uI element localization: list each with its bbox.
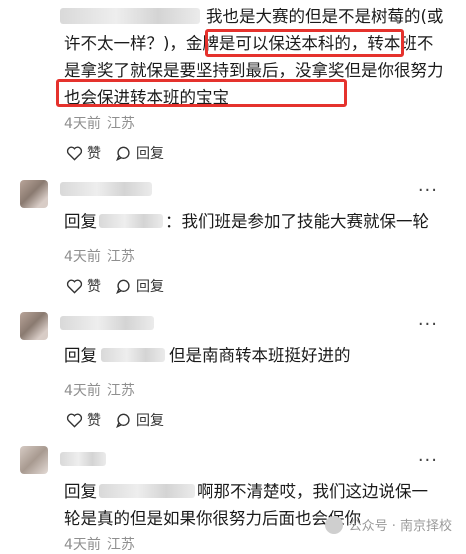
blurred-username [60,452,106,466]
heart-icon [66,146,83,161]
comment-meta: 4天前 江苏 [64,249,135,265]
heart-icon [66,413,83,428]
highlight-box-gold [205,29,404,57]
like-button[interactable]: 赞 [66,276,101,296]
highlight-box-effort [56,79,347,107]
blurred-username [99,214,163,228]
like-button[interactable]: 赞 [66,410,101,430]
comment-actions: 赞 回复 [66,276,178,296]
comment-text: 回复 但是南商转本班挺好进的 [64,346,351,365]
avatar[interactable] [20,312,48,340]
comment-meta: 4天前 江苏 [64,383,135,399]
blurred-username [99,484,195,498]
comment-text: 回复 ：我们班是参加了技能大赛就保一轮 [64,212,429,231]
more-options-button[interactable]: ··· [418,452,438,470]
blurred-username [60,182,152,196]
comment-meta: 4天前 江苏 [64,116,135,132]
comment-meta: 4天前 江苏 [64,537,135,553]
more-options-button[interactable]: ··· [418,182,438,200]
blurred-username [101,348,165,362]
reply-button[interactable]: 回复 [115,276,164,296]
blurred-username [60,316,154,330]
heart-icon [66,279,83,294]
wechat-logo-icon [324,515,343,534]
comment-actions: 赞 回复 [66,410,178,430]
watermark: 公众号 · 南京择校 [324,515,452,534]
comment-actions: 赞 回复 [66,143,178,163]
comment-bubble-icon [116,279,130,294]
avatar[interactable] [20,446,48,474]
more-options-button[interactable]: ··· [418,316,438,334]
comment-bubble-icon [116,413,130,428]
like-button[interactable]: 赞 [66,143,101,163]
avatar[interactable] [20,180,48,208]
reply-button[interactable]: 回复 [115,410,164,430]
comment-bubble-icon [116,146,130,161]
reply-button[interactable]: 回复 [115,143,164,163]
